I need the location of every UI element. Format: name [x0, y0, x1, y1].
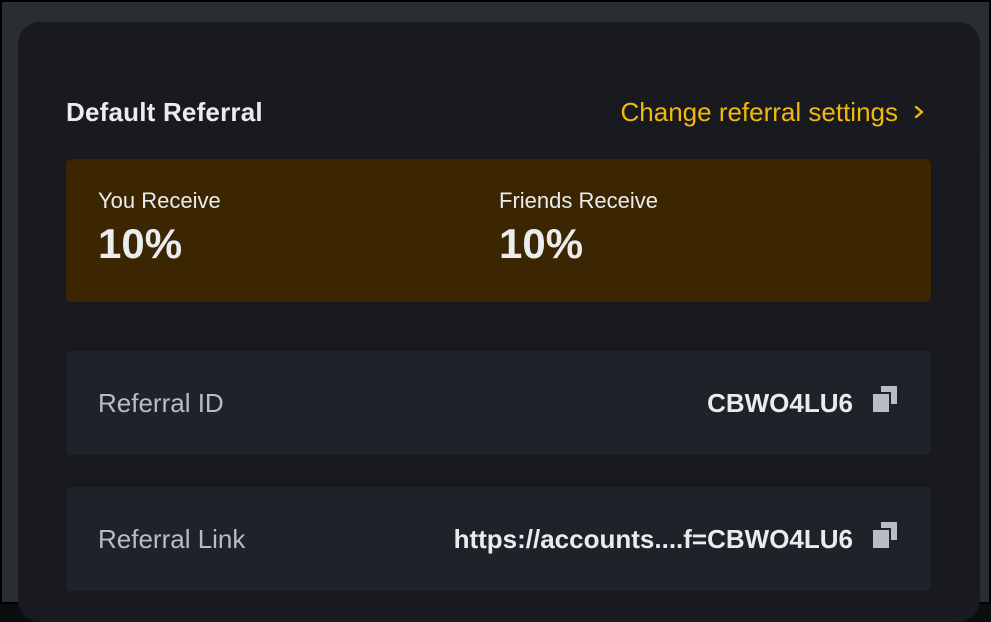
referral-id-value-group: CBWO4LU6 — [707, 386, 897, 419]
referral-link-row: Referral Link https://accounts....f=CBWO… — [66, 487, 931, 591]
copy-referral-link-icon[interactable] — [873, 522, 897, 548]
referral-id-row: Referral ID CBWO4LU6 — [66, 351, 931, 455]
referral-link-value: https://accounts....f=CBWO4LU6 — [453, 523, 853, 554]
referral-link-value-group: https://accounts....f=CBWO4LU6 — [453, 522, 897, 555]
copy-icon-front — [873, 394, 889, 412]
default-referral-card: Default Referral Change referral setting… — [18, 22, 980, 622]
referral-id-label: Referral ID — [98, 387, 224, 418]
copy-icon-front — [873, 530, 889, 548]
change-referral-settings-label: Change referral settings — [620, 96, 898, 127]
you-receive-value: 10% — [98, 220, 183, 267]
card-header: Default Referral Change referral setting… — [66, 90, 926, 134]
friends-receive-value: 10% — [499, 220, 584, 267]
window-frame: Default Referral Change referral setting… — [0, 0, 991, 622]
referral-link-label: Referral Link — [98, 523, 246, 554]
commission-rates-panel: You Receive 10% Friends Receive 10% — [66, 159, 931, 302]
friends-receive-block: Friends Receive 10% — [499, 187, 658, 269]
copy-referral-id-icon[interactable] — [873, 386, 897, 412]
card-title: Default Referral — [66, 96, 263, 127]
chevron-right-icon — [914, 105, 924, 119]
referral-id-value: CBWO4LU6 — [707, 387, 853, 418]
scrollbar[interactable] — [979, 152, 987, 592]
you-receive-label: You Receive — [98, 188, 221, 213]
change-referral-settings-link[interactable]: Change referral settings — [621, 97, 926, 128]
friends-receive-label: Friends Receive — [499, 188, 658, 213]
you-receive-block: You Receive 10% — [98, 187, 221, 269]
